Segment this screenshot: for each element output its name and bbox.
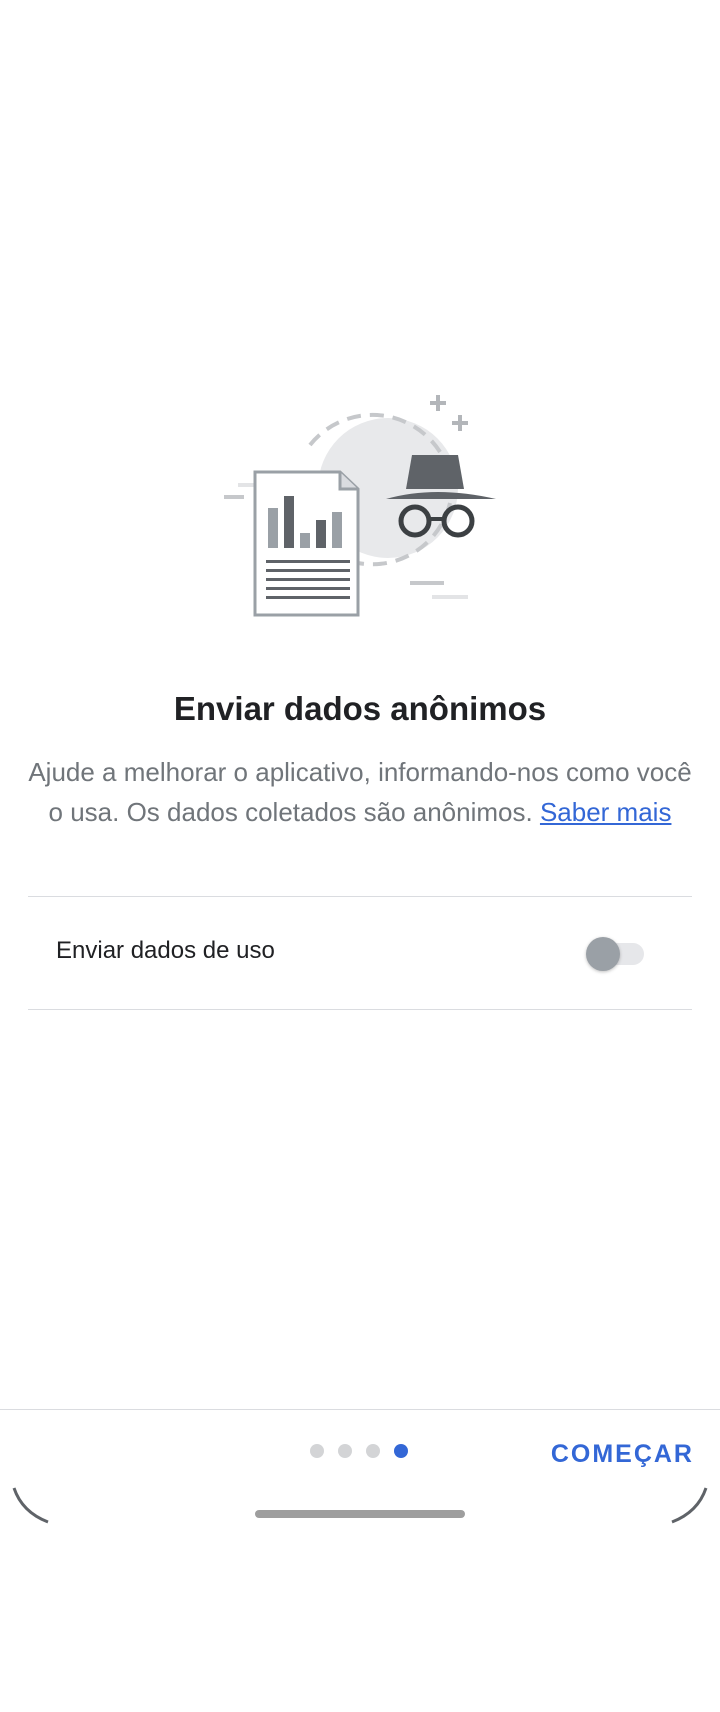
page-dot-1 [310,1444,324,1458]
start-button[interactable]: COMEÇAR [551,1436,694,1472]
send-usage-data-toggle[interactable] [586,935,650,971]
page-title: Enviar dados anônimos [173,690,547,727]
document-chart-icon [253,470,360,617]
toggle-thumb [586,937,620,971]
send-usage-data-label: Enviar dados de uso [56,937,275,964]
onboarding-screen: Enviar dados anônimos Ajude a melhorar o… [0,0,720,1712]
screen-corner-left-icon [12,1487,49,1524]
home-indicator[interactable] [255,1510,465,1518]
page-dot-3 [366,1444,380,1458]
send-usage-data-row[interactable]: Enviar dados de uso [28,897,692,1009]
screen-corner-right-icon [671,1487,708,1524]
page-dot-2 [338,1444,352,1458]
divider-bottom [28,1009,692,1010]
page-dot-4-active [394,1444,408,1458]
anonymous-data-illustration [224,395,496,617]
page-indicator [310,1444,408,1460]
footer-divider [0,1409,720,1410]
learn-more-link[interactable]: Saber mais [540,797,672,827]
description-text: Ajude a melhorar o aplicativo, informand… [24,752,696,832]
plus-icon [430,395,468,431]
